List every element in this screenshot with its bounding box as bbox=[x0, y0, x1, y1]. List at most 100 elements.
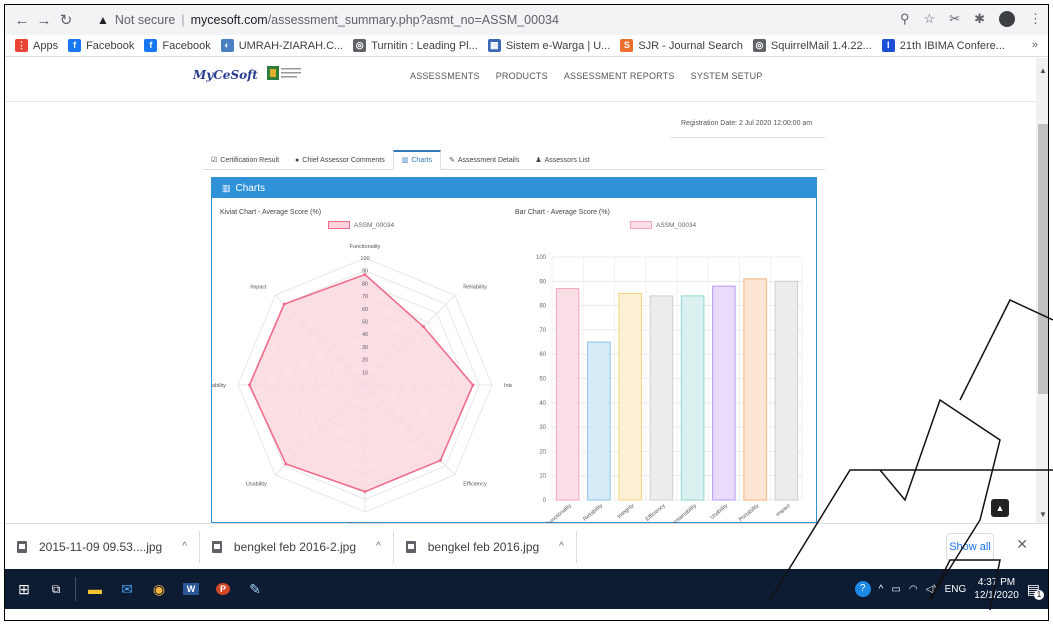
help-icon[interactable]: ? bbox=[854, 581, 871, 597]
tab-assessment-details[interactable]: ✎ Assessment Details bbox=[441, 156, 527, 169]
bookmark-item[interactable]: ▦ Sistem e-Warga | U... bbox=[487, 39, 610, 52]
radar-point bbox=[438, 458, 442, 462]
image-file-icon bbox=[17, 540, 27, 553]
paint-icon[interactable]: ✎ bbox=[242, 576, 268, 602]
tab-assessors-list[interactable]: ♟ Assessors List bbox=[527, 156, 597, 169]
bookmark-item[interactable]: S SJR - Journal Search bbox=[620, 39, 743, 52]
show-all-button[interactable]: Show all bbox=[946, 533, 994, 561]
clock-date: 12/1/2020 bbox=[974, 590, 1019, 601]
notification-icon[interactable]: ▤ 1 bbox=[1027, 581, 1044, 600]
radar-tick-label: 40 bbox=[362, 332, 368, 338]
page-scrollbar[interactable]: ▲ ▼ bbox=[1036, 58, 1048, 523]
nav-assessment-reports[interactable]: ASSESSMENT REPORTS bbox=[564, 71, 675, 81]
volume-icon[interactable]: ◁) bbox=[926, 584, 937, 595]
chevron-up-icon[interactable]: ^ bbox=[879, 584, 884, 595]
back-icon[interactable]: ← bbox=[11, 12, 33, 29]
file-explorer-icon[interactable]: ▬ bbox=[82, 576, 108, 602]
bookmark-item[interactable]: ⋮ Apps bbox=[15, 39, 58, 52]
nav-assessments[interactable]: ASSESSMENTS bbox=[410, 71, 480, 81]
bookmarks-overflow-icon[interactable]: » bbox=[1032, 39, 1038, 51]
legend-swatch bbox=[630, 221, 652, 229]
bar-y-tick-label: 90 bbox=[539, 279, 546, 285]
bookmark-favicon-icon: ◎ bbox=[752, 39, 766, 52]
download-item[interactable]: bengkel feb 2016-2.jpg ^ bbox=[200, 530, 394, 563]
bar-y-tick-label: 70 bbox=[539, 328, 546, 334]
system-tray: ? ^ ▭ ◠ ◁) ENG 4:37 PM 12/1/2020 ▤ 1 bbox=[854, 569, 1044, 609]
bar-legend[interactable]: ASSM_00034 bbox=[630, 221, 696, 229]
close-icon[interactable]: ✕ bbox=[1016, 536, 1028, 553]
download-filename: bengkel feb 2016-2.jpg bbox=[233, 539, 357, 554]
bookmark-label: SquirrelMail 1.4.22... bbox=[770, 39, 872, 52]
word-icon[interactable]: W bbox=[178, 576, 204, 602]
tab-chief-assessor-comments[interactable]: ● Chief Assessor Comments bbox=[287, 157, 393, 169]
download-item[interactable]: 2015-11-09 09.53....jpg ^ bbox=[5, 530, 200, 563]
bookmark-item[interactable]: ◐ UMRAH-ZIARAH.C... bbox=[220, 39, 344, 52]
bookmark-item[interactable]: f Facebook bbox=[68, 39, 134, 52]
bar-y-tick-label: 10 bbox=[539, 474, 546, 480]
radar-tick-label: 10 bbox=[362, 370, 368, 376]
radar-legend[interactable]: ASSM_00034 bbox=[328, 221, 394, 229]
bar-y-tick-label: 80 bbox=[539, 304, 546, 310]
tab-charts[interactable]: ▥ Charts bbox=[392, 150, 441, 170]
chevron-up-icon[interactable]: ^ bbox=[376, 541, 381, 552]
bar-x-tick-label: Impact bbox=[775, 503, 792, 519]
battery-icon[interactable]: ▭ bbox=[891, 584, 900, 595]
scroll-thumb[interactable] bbox=[1038, 124, 1048, 394]
bookmark-label: UMRAH-ZIARAH.C... bbox=[238, 39, 344, 52]
site-logo[interactable]: MyCeSoft bbox=[193, 68, 258, 82]
radar-tick-label: 30 bbox=[362, 345, 368, 351]
zoom-icon[interactable]: ⚲ bbox=[900, 11, 910, 27]
scroll-top-button[interactable]: ▲ bbox=[991, 499, 1009, 517]
bookmark-favicon-icon: S bbox=[620, 39, 634, 52]
reload-icon[interactable]: ↻ bbox=[55, 11, 77, 29]
tab-label: Assessment Details bbox=[457, 156, 520, 164]
task-view-icon[interactable]: ⧉ bbox=[43, 576, 69, 602]
taskbar-divider bbox=[75, 577, 76, 601]
bar-chart-title: Bar Chart - Average Score (%) bbox=[515, 209, 610, 216]
radar-tick-label: 60 bbox=[362, 307, 368, 313]
forward-icon[interactable]: → bbox=[33, 12, 55, 29]
scroll-up-icon[interactable]: ▲ bbox=[1039, 66, 1047, 75]
chevron-up-icon[interactable]: ^ bbox=[559, 541, 564, 552]
nav-system-setup[interactable]: SYSTEM SETUP bbox=[691, 71, 763, 81]
bookmark-item[interactable]: f Facebook bbox=[144, 39, 211, 52]
bookmark-favicon-icon: I bbox=[881, 39, 895, 52]
bookmark-label: Apps bbox=[33, 39, 59, 52]
windows-start-icon[interactable]: ⊞ bbox=[11, 576, 37, 602]
radar-point bbox=[471, 383, 475, 387]
mail-icon[interactable]: ✉ bbox=[114, 576, 140, 602]
screen-bottom-margin bbox=[5, 609, 1048, 620]
image-file-icon bbox=[405, 540, 416, 553]
tab-certification-result[interactable]: ☑ Certification Result bbox=[203, 156, 287, 169]
bar-x-tick-label: Portability bbox=[738, 503, 761, 523]
bar-mark bbox=[680, 295, 705, 501]
chevron-up-icon[interactable]: ^ bbox=[182, 541, 187, 552]
image-file-icon bbox=[211, 540, 222, 553]
radar-point bbox=[247, 383, 251, 387]
radar-point bbox=[284, 462, 288, 466]
powerpoint-icon[interactable]: P bbox=[210, 576, 236, 602]
radar-tick-label: 70 bbox=[362, 294, 368, 300]
puzzle-icon[interactable]: ✱ bbox=[974, 11, 985, 27]
edit-icon: ✎ bbox=[449, 157, 455, 164]
chrome-icon[interactable]: ◉ bbox=[146, 576, 172, 602]
radar-category-label: Reliability bbox=[463, 285, 487, 291]
bookmark-favicon-icon: ▦ bbox=[487, 39, 501, 52]
bookmark-item[interactable]: I 21th IBIMA Confere... bbox=[881, 39, 1005, 52]
legend-label: ASSM_00034 bbox=[656, 221, 697, 229]
menu-dots-icon[interactable]: ⋮ bbox=[1029, 11, 1042, 27]
download-item[interactable]: bengkel feb 2016.jpg ^ bbox=[394, 530, 577, 563]
bookmark-item[interactable]: ◎ Turnitin : Leading Pl... bbox=[353, 39, 478, 52]
bookmark-star-icon[interactable]: ☆ bbox=[924, 11, 936, 27]
scroll-down-icon[interactable]: ▼ bbox=[1039, 510, 1047, 519]
wifi-icon[interactable]: ◠ bbox=[909, 584, 918, 595]
profile-avatar[interactable] bbox=[999, 11, 1015, 27]
clock[interactable]: 4:37 PM 12/1/2020 bbox=[974, 576, 1019, 602]
bookmark-item[interactable]: ◎ SquirrelMail 1.4.22... bbox=[752, 39, 872, 52]
divider bbox=[670, 137, 825, 138]
extension-icon[interactable]: ✂ bbox=[949, 11, 960, 27]
nav-products[interactable]: PRODUCTS bbox=[496, 71, 548, 81]
language-indicator[interactable]: ENG bbox=[945, 584, 967, 595]
bar-mark bbox=[774, 280, 799, 501]
address-bar[interactable]: ▲ Not secure | mycesoft.com /assessment_… bbox=[93, 9, 871, 31]
